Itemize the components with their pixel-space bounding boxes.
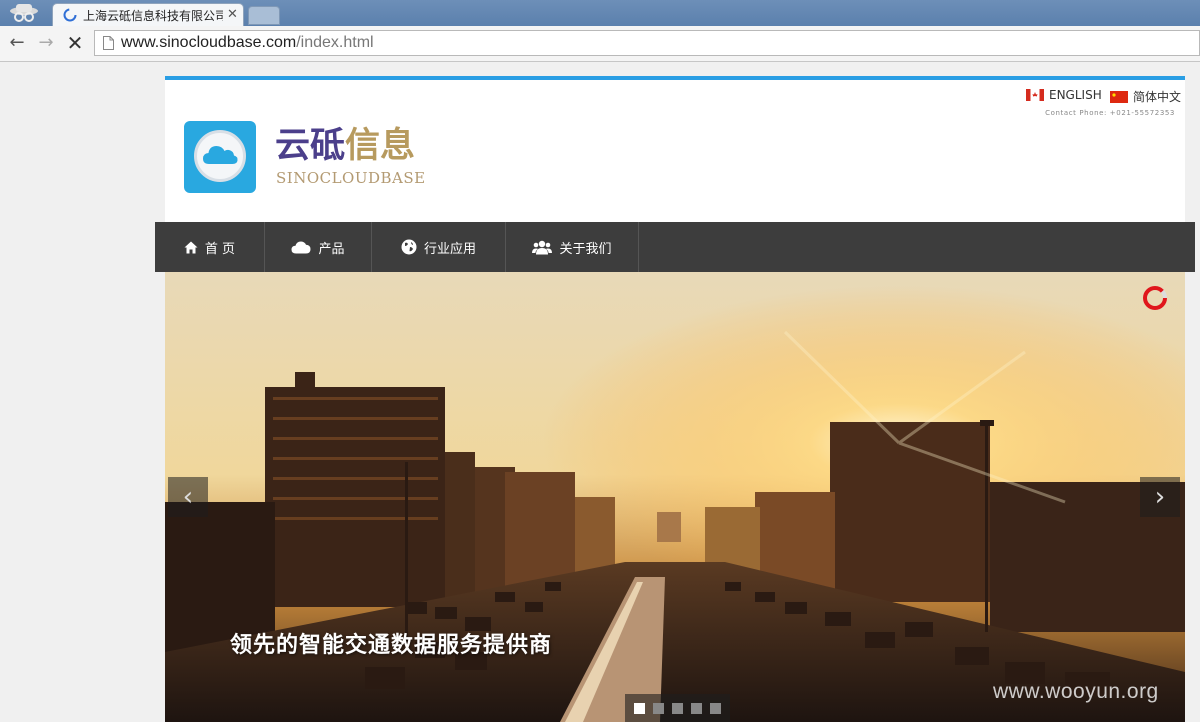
loading-spinner-icon bbox=[63, 8, 77, 22]
browser-tab-bar: 上海云砥信息科技有限公司 ✕ bbox=[0, 0, 1200, 26]
main-nav: 首 页 产品 行业应用 关于我们 bbox=[155, 222, 1195, 272]
watermark: www.wooyun.org bbox=[993, 680, 1159, 703]
nav-item-products[interactable]: 产品 bbox=[265, 222, 372, 272]
tab-close-icon[interactable]: ✕ bbox=[227, 7, 238, 23]
forward-button[interactable]: → bbox=[34, 32, 58, 54]
nav-item-home[interactable]: 首 页 bbox=[155, 222, 265, 272]
incognito-icon bbox=[10, 4, 38, 22]
slider-dot[interactable] bbox=[634, 702, 645, 714]
cloud-logo-icon bbox=[203, 146, 238, 164]
new-tab-button[interactable] bbox=[248, 6, 280, 25]
users-icon bbox=[532, 240, 553, 254]
cloud-icon bbox=[291, 241, 311, 253]
slider-timer-icon bbox=[1143, 286, 1167, 310]
logo-icon[interactable] bbox=[184, 121, 256, 193]
slide-caption: 领先的智能交通数据服务提供商 bbox=[230, 632, 553, 658]
slider-dot[interactable] bbox=[710, 702, 721, 714]
logo-chinese-text: 云砥信息 bbox=[275, 126, 416, 166]
slider-dot[interactable] bbox=[691, 702, 702, 714]
nav-item-label: 行业应用 bbox=[423, 241, 476, 257]
lang-chinese-link[interactable]: 简体中文 bbox=[1110, 88, 1181, 105]
contact-phone: Contact Phone: +021-55572353 bbox=[1045, 109, 1175, 117]
accent-line bbox=[165, 76, 1185, 80]
address-bar[interactable]: www.sinocloudbase.com/index.html bbox=[94, 30, 1200, 56]
nav-item-label: 首 页 bbox=[204, 241, 236, 257]
lang-chinese-label: 简体中文 bbox=[1133, 90, 1182, 104]
slider-pagination bbox=[625, 694, 730, 722]
browser-tab[interactable]: 上海云砥信息科技有限公司 ✕ bbox=[52, 3, 244, 26]
china-flag-icon bbox=[1110, 90, 1128, 103]
canada-flag-icon bbox=[1026, 89, 1044, 101]
nav-item-label: 关于我们 bbox=[559, 241, 612, 257]
lang-english-label: ENGLISH bbox=[1049, 88, 1102, 102]
slider-next-arrow[interactable]: › bbox=[1140, 477, 1180, 517]
nav-item-label: 产品 bbox=[318, 241, 345, 257]
lang-english-link[interactable]: ENGLISH bbox=[1026, 88, 1102, 102]
nav-item-about[interactable]: 关于我们 bbox=[506, 222, 639, 272]
slider-dot[interactable] bbox=[672, 702, 683, 714]
logo-circle bbox=[194, 130, 246, 182]
slider-dot[interactable] bbox=[653, 702, 664, 714]
hero-slider: ‹ › 领先的智能交通数据服务提供商 bbox=[165, 272, 1185, 722]
logo-english-text: SINOCLOUDBASE bbox=[276, 169, 426, 187]
stop-button[interactable]: ✕ bbox=[63, 32, 87, 54]
url-text: www.sinocloudbase.com/index.html bbox=[121, 34, 374, 51]
page-icon bbox=[103, 36, 114, 50]
slider-prev-arrow[interactable]: ‹ bbox=[168, 477, 208, 517]
back-button[interactable]: ← bbox=[5, 32, 29, 54]
nav-item-industry[interactable]: 行业应用 bbox=[372, 222, 506, 272]
home-icon bbox=[184, 241, 198, 253]
globe-icon bbox=[401, 239, 417, 255]
browser-toolbar: ← → ✕ www.sinocloudbase.com/index.html bbox=[0, 26, 1200, 62]
tab-title: 上海云砥信息科技有限公司 bbox=[83, 9, 223, 23]
